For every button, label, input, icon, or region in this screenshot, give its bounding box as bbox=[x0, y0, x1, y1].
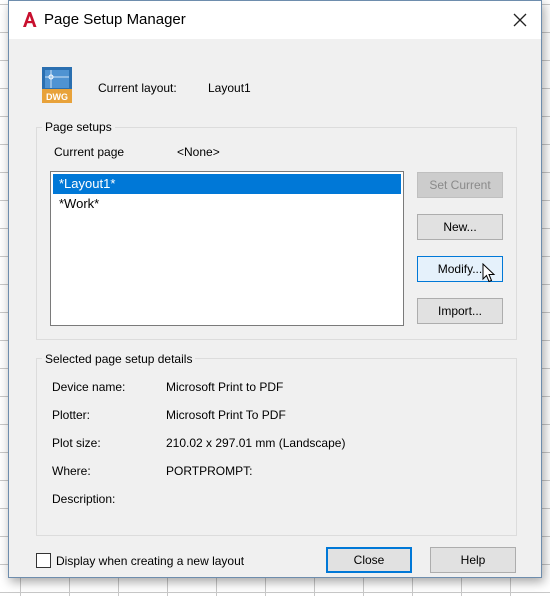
dwg-icon-text: DWG bbox=[46, 92, 68, 102]
dialog-title: Page Setup Manager bbox=[44, 11, 186, 28]
device-name-label: Device name: bbox=[52, 380, 126, 394]
close-icon[interactable] bbox=[505, 7, 535, 33]
description-label: Description: bbox=[52, 492, 116, 506]
page-setup-manager-dialog: Page Setup Manager DWG Current layout: L… bbox=[8, 0, 542, 578]
autocad-a-icon bbox=[23, 12, 37, 27]
plot-size-label: Plot size: bbox=[52, 436, 101, 450]
list-item-layout1[interactable]: *Layout1* bbox=[53, 174, 401, 194]
list-item-work[interactable]: *Work* bbox=[53, 194, 401, 214]
display-on-new-layout-label[interactable]: Display when creating a new layout bbox=[56, 554, 244, 568]
page-setups-group-title: Page setups bbox=[42, 120, 115, 134]
where-value: PORTPROMPT: bbox=[166, 464, 253, 478]
where-label: Where: bbox=[52, 464, 91, 478]
close-button[interactable]: Close bbox=[326, 547, 412, 573]
page-setups-list[interactable]: *Layout1* *Work* bbox=[50, 171, 404, 326]
modify-button[interactable]: Modify... bbox=[417, 256, 503, 282]
device-name-value: Microsoft Print to PDF bbox=[166, 380, 284, 394]
details-group-title: Selected page setup details bbox=[42, 352, 196, 366]
title-bar[interactable]: Page Setup Manager bbox=[9, 1, 541, 39]
display-on-new-layout-checkbox[interactable] bbox=[36, 553, 51, 568]
current-layout-label: Current layout: bbox=[98, 81, 177, 95]
current-page-label: Current page bbox=[54, 145, 125, 159]
new-button[interactable]: New... bbox=[417, 214, 503, 240]
set-current-button[interactable]: Set Current bbox=[417, 172, 503, 198]
plotter-label: Plotter: bbox=[52, 408, 91, 422]
dwg-file-icon: DWG bbox=[42, 67, 72, 103]
plotter-value: Microsoft Print To PDF bbox=[166, 408, 286, 422]
current-page-value: <None> bbox=[177, 145, 220, 159]
plot-size-value: 210.02 x 297.01 mm (Landscape) bbox=[166, 436, 346, 450]
import-button[interactable]: Import... bbox=[417, 298, 503, 324]
current-layout-value: Layout1 bbox=[208, 81, 251, 95]
help-button[interactable]: Help bbox=[430, 547, 516, 573]
